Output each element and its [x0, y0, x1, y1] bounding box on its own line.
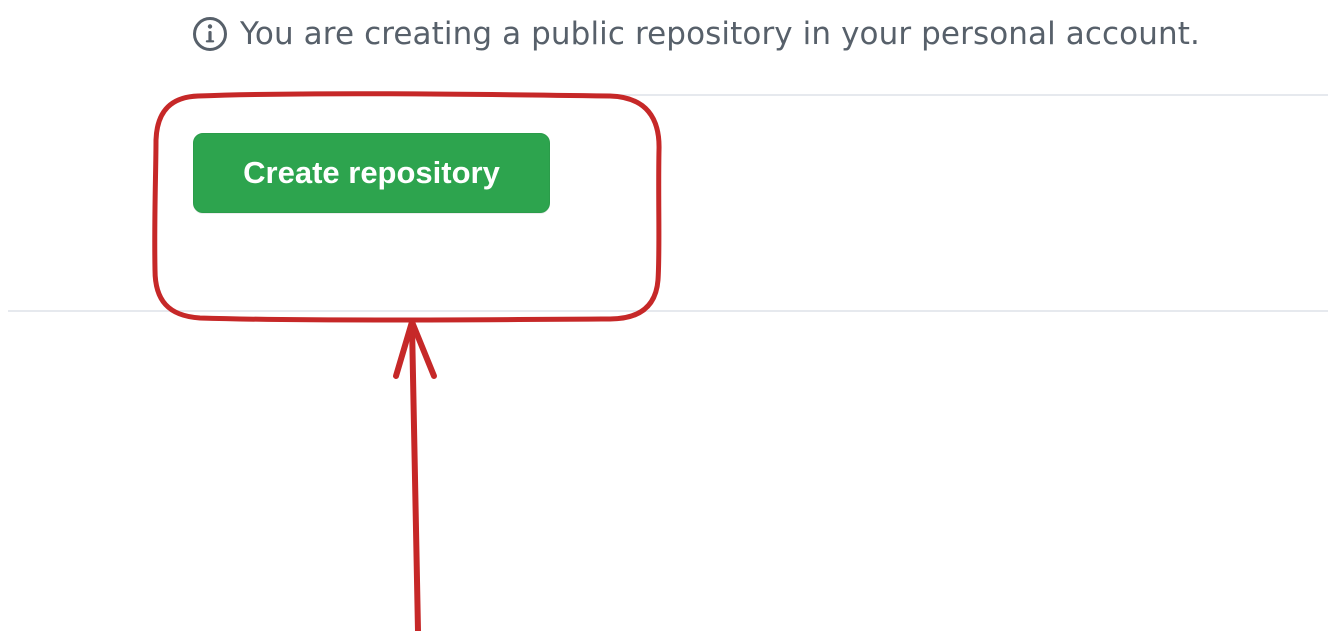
section-divider [560, 94, 1328, 96]
create-repository-button[interactable]: Create repository [193, 133, 550, 213]
arrow-head [393, 319, 437, 379]
notice-text: You are creating a public repository in … [240, 16, 1200, 52]
info-icon [192, 16, 228, 52]
arrow-shaft [409, 322, 421, 631]
visibility-notice: You are creating a public repository in … [192, 10, 1200, 58]
section-divider [8, 310, 1328, 312]
